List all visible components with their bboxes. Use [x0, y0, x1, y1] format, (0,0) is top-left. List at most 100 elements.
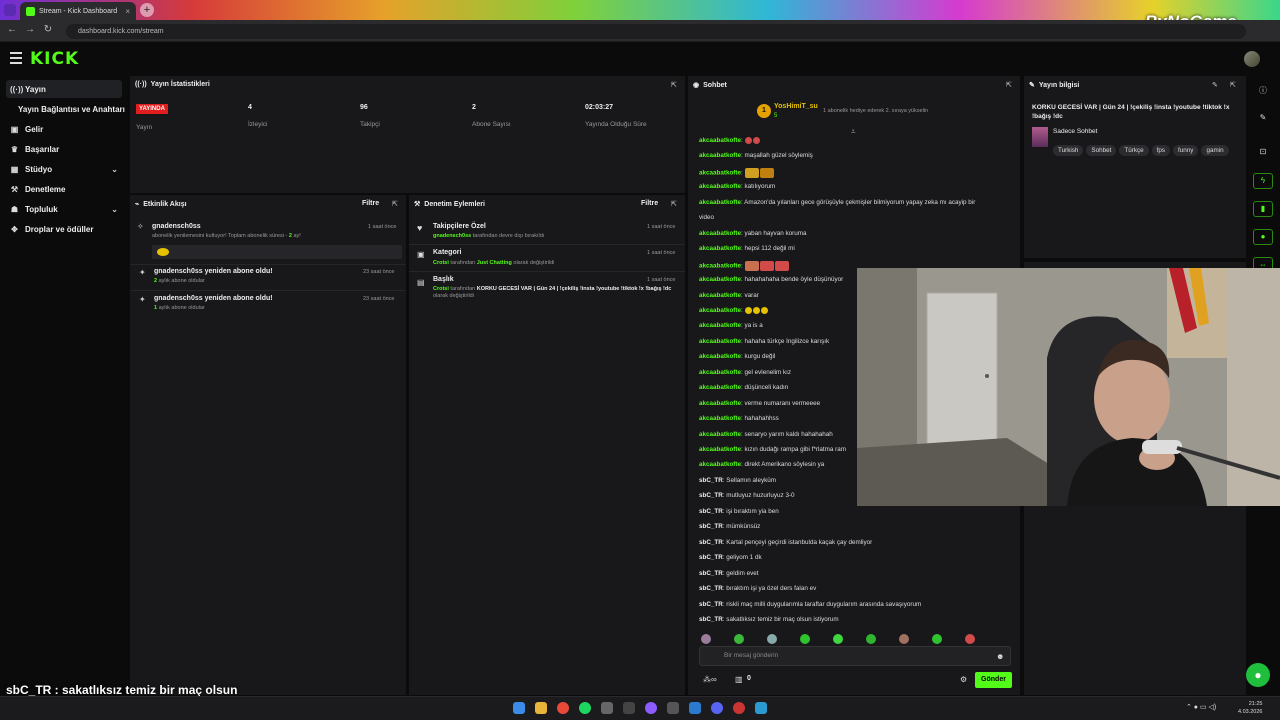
chat-username[interactable]: sbC_TR	[699, 601, 723, 608]
chat-username[interactable]: akcaabatkofte	[699, 276, 741, 283]
kick-favicon-icon	[26, 6, 35, 16]
start-icon[interactable]	[513, 702, 525, 714]
tag[interactable]: Sohbet	[1086, 145, 1117, 156]
chat-username[interactable]: sbC_TR	[699, 492, 723, 499]
sidebar-item-droplar[interactable]: ✥ Droplar ve ödüller	[6, 220, 122, 238]
emoji-picker-icon[interactable]: ☻	[996, 652, 1004, 661]
sidebar-item-denetleme[interactable]: ⚒ Denetleme	[6, 180, 122, 198]
chat-username[interactable]: akcaabatkofte	[699, 152, 741, 159]
tag[interactable]: Türkçe	[1119, 145, 1149, 156]
chat-message: akcaabatkofte:	[699, 167, 1019, 178]
chat-username[interactable]: sbC_TR	[699, 616, 723, 623]
popout-icon[interactable]: ⇱	[392, 200, 398, 208]
chat-username[interactable]: sbC_TR	[699, 554, 723, 561]
sidebar-item-stream-key[interactable]: Yayın Bağlantısı ve Anahtarı	[14, 100, 130, 118]
chat-username[interactable]: akcaabatkofte	[699, 369, 741, 376]
send-button[interactable]: Gönder	[975, 672, 1012, 688]
chat-username[interactable]: akcaabatkofte	[699, 415, 741, 422]
system-clock[interactable]: 21:25 4.03.2026	[1238, 700, 1262, 716]
pinned-user[interactable]: YosHimiT_su	[774, 103, 818, 110]
chat-username[interactable]: akcaabatkofte	[699, 292, 741, 299]
chat-username[interactable]: sbC_TR	[699, 585, 723, 592]
folder-icon[interactable]	[535, 702, 547, 714]
chrome-icon[interactable]	[557, 702, 569, 714]
chat-username[interactable]: akcaabatkofte	[699, 183, 741, 190]
chat-username[interactable]: akcaabatkofte	[699, 353, 741, 360]
back-icon[interactable]: ←	[6, 24, 18, 36]
emote-quick-bar[interactable]	[701, 631, 1017, 662]
popout-icon[interactable]: ⇱	[1230, 81, 1236, 89]
activity-user: gnadensch0ss	[152, 223, 201, 230]
chat-username[interactable]: sbC_TR	[699, 523, 723, 530]
lightning-icon[interactable]: ϟ	[1253, 173, 1273, 189]
tag[interactable]: Turkish	[1053, 145, 1084, 156]
chat-username[interactable]: akcaabatkofte	[699, 307, 741, 314]
edit-icon[interactable]: ✎	[1212, 81, 1218, 89]
obs-icon[interactable]	[645, 702, 657, 714]
chat-username[interactable]: akcaabatkofte	[699, 170, 741, 177]
chat-username[interactable]: akcaabatkofte	[699, 322, 741, 329]
chat-username[interactable]: akcaabatkofte	[699, 431, 741, 438]
app-icon[interactable]	[667, 702, 679, 714]
close-tab-icon[interactable]: ×	[125, 7, 130, 16]
chat-bubble-button[interactable]: ●	[1246, 663, 1270, 687]
moderation-filter-button[interactable]: Filtre	[641, 200, 658, 207]
chat-username[interactable]: sbC_TR	[699, 570, 723, 577]
tab-search-icon[interactable]	[4, 4, 16, 16]
chat-username[interactable]: akcaabatkofte	[699, 199, 741, 206]
sidebar-item-yayin[interactable]: ((·)) Yayın	[6, 80, 122, 98]
chat-username[interactable]: sbC_TR	[699, 477, 723, 484]
popout-icon[interactable]: ⇱	[671, 81, 677, 89]
clipboard-icon[interactable]: ▮	[1253, 201, 1273, 217]
chat-username[interactable]: akcaabatkofte	[699, 446, 741, 453]
infinity-icon[interactable]: ⁂∞	[703, 675, 717, 684]
sidebar-item-gelir[interactable]: ▣ Gelir	[6, 120, 122, 138]
category-name[interactable]: Sadece Sohbet	[1053, 128, 1097, 135]
chat-username[interactable]: akcaabatkofte	[699, 262, 741, 269]
app-icon[interactable]	[601, 702, 613, 714]
popout-icon[interactable]: ⇱	[671, 200, 677, 208]
avatar[interactable]	[1244, 51, 1260, 67]
tag[interactable]: fps	[1151, 145, 1171, 156]
chat-username[interactable]: sbC_TR	[699, 539, 723, 546]
discord-icon[interactable]	[711, 702, 723, 714]
forward-icon[interactable]: →	[24, 24, 36, 36]
browser-tab[interactable]: Stream - Kick Dashboard ×	[20, 2, 136, 20]
spotify-icon[interactable]	[579, 702, 591, 714]
activity-filter-button[interactable]: Filtre	[362, 200, 379, 207]
app-icon[interactable]	[755, 702, 767, 714]
chat-message: akcaabatkofte: Amazon'da yılanları gece …	[699, 198, 976, 206]
menu-icon[interactable]	[10, 52, 22, 64]
kick-logo[interactable]: KICK	[30, 49, 79, 69]
chat-username[interactable]: akcaabatkofte	[699, 137, 741, 144]
chat-username[interactable]: akcaabatkofte	[699, 384, 741, 391]
gift-icon[interactable]: ▥	[735, 675, 743, 684]
app-icon[interactable]	[623, 702, 635, 714]
chat-username[interactable]: akcaabatkofte	[699, 245, 741, 252]
sidebar-item-basarilar[interactable]: ♛ Başarılar	[6, 140, 122, 158]
chat-username[interactable]: akcaabatkofte	[699, 230, 741, 237]
chat-username[interactable]: akcaabatkofte	[699, 400, 741, 407]
scroll-down-icon[interactable]: ⩡	[851, 127, 856, 137]
chat-bubble-icon[interactable]: ●	[1253, 229, 1273, 245]
tag[interactable]: gamin	[1201, 145, 1229, 156]
steam-icon[interactable]	[689, 702, 701, 714]
chat-input[interactable]: Bir mesaj gönderin	[699, 646, 1011, 666]
pencil-icon[interactable]: ✎	[1253, 113, 1273, 127]
app-icon[interactable]	[733, 702, 745, 714]
reload-icon[interactable]: ↻	[42, 24, 54, 36]
sidebar-item-studyo[interactable]: ▦ Stüdyo ⌄	[6, 160, 122, 178]
focus-icon[interactable]: ⊡	[1253, 147, 1273, 161]
tag[interactable]: funny	[1173, 145, 1199, 156]
sidebar-item-topluluk[interactable]: ☗ Topluluk ⌄	[6, 200, 122, 218]
settings-icon[interactable]: ⚙	[960, 675, 967, 684]
gift-prompt[interactable]: 1 abonelik hediye ederek 2. sıraya yükse…	[823, 108, 928, 114]
popout-icon[interactable]: ⇱	[1006, 81, 1012, 89]
chat-username[interactable]: sbC_TR	[699, 508, 723, 515]
info-icon[interactable]: ⓘ	[1253, 85, 1273, 99]
url-field[interactable]: dashboard.kick.com/stream	[66, 24, 1246, 39]
chat-username[interactable]: akcaabatkofte	[699, 461, 741, 468]
tray-icons[interactable]: ⌃ ● ▭ ◁)	[1186, 703, 1216, 711]
chat-username[interactable]: akcaabatkofte	[699, 338, 741, 345]
new-tab-button[interactable]: +	[140, 3, 154, 17]
